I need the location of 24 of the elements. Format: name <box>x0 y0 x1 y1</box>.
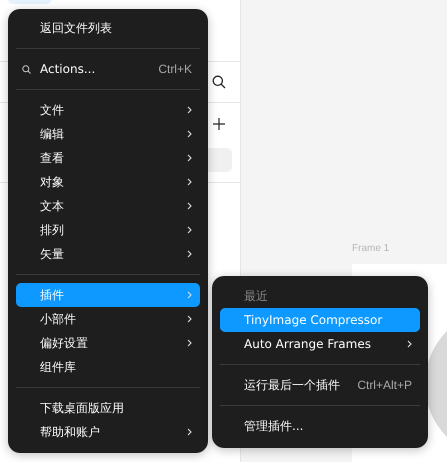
menu-item[interactable]: 返回文件列表 <box>16 16 200 40</box>
menu-header: 最近 <box>244 288 269 304</box>
shortcut-label: Ctrl+K <box>158 62 192 76</box>
menu-item[interactable]: 帮助和账户 <box>16 420 200 444</box>
menu-item[interactable]: Auto Arrange Frames <box>220 332 420 356</box>
menu-item[interactable]: 组件库 <box>16 355 200 379</box>
menu-item[interactable]: 管理插件... <box>220 414 420 438</box>
menu-item[interactable]: 对象 <box>16 170 200 194</box>
shortcut-label: Ctrl+Alt+P <box>357 378 412 392</box>
menu-item[interactable]: 矢量 <box>16 242 200 266</box>
menu-item[interactable]: 编辑 <box>16 122 200 146</box>
menu-item[interactable]: 小部件 <box>16 307 200 331</box>
menu-item[interactable]: 文本 <box>16 194 200 218</box>
menu-item[interactable]: 偏好设置 <box>16 331 200 355</box>
plus-icon[interactable] <box>213 118 225 130</box>
search-icon[interactable] <box>212 75 226 89</box>
menu-item[interactable]: 文件 <box>16 98 200 122</box>
menu-item[interactable]: 运行最后一个插件 Ctrl+Alt+P <box>220 373 420 397</box>
menu-item[interactable]: 下载桌面版应用 <box>16 396 200 420</box>
frame-label: Frame 1 <box>352 243 390 254</box>
menu-item[interactable]: 查看 <box>16 146 200 170</box>
menu-item[interactable]: Actions... Ctrl+K <box>16 57 200 81</box>
menu-item[interactable]: 排列 <box>16 218 200 242</box>
search-icon <box>22 65 31 74</box>
